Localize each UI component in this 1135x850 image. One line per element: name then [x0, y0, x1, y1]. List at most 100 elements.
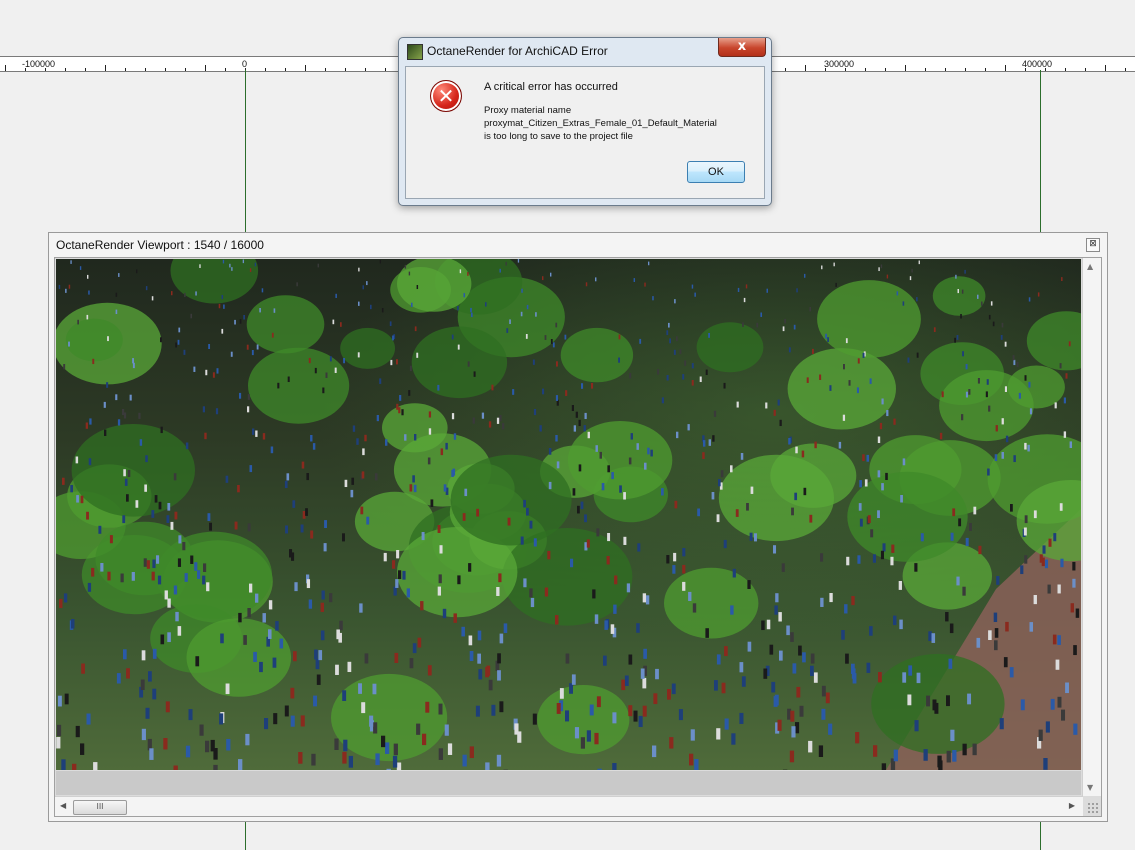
person-figure: [931, 633, 936, 643]
person-figure: [315, 659, 320, 670]
scroll-thumb[interactable]: III: [73, 800, 127, 815]
person-figure: [464, 488, 468, 497]
person-figure: [782, 326, 785, 332]
person-figure: [58, 284, 61, 289]
person-figure: [745, 284, 748, 289]
ruler-tick: [945, 68, 946, 71]
person-figure: [851, 596, 855, 606]
person-figure: [907, 357, 910, 363]
person-figure: [468, 563, 472, 572]
person-figure: [394, 652, 399, 663]
person-figure: [71, 619, 75, 629]
person-figure: [239, 319, 242, 324]
person-figure: [178, 535, 182, 544]
person-figure: [908, 665, 913, 676]
person-figure: [1039, 554, 1043, 563]
person-figure: [594, 732, 599, 745]
person-figure: [416, 285, 419, 290]
person-figure: [958, 518, 962, 527]
person-figure: [669, 338, 671, 344]
person-figure: [385, 439, 388, 446]
person-figure: [409, 365, 412, 372]
person-figure: [185, 745, 191, 758]
person-figure: [778, 612, 782, 622]
person-figure: [249, 268, 252, 272]
person-figure: [954, 337, 956, 343]
person-figure: [879, 422, 883, 430]
person-figure: [488, 679, 493, 691]
person-figure: [575, 411, 578, 418]
person-figure: [647, 447, 650, 455]
person-figure: [497, 670, 501, 681]
person-figure: [636, 443, 639, 450]
person-figure: [705, 369, 708, 376]
person-figure: [784, 318, 786, 324]
person-figure: [141, 728, 146, 741]
person-figure: [188, 709, 193, 721]
person-figure: [151, 296, 154, 301]
person-figure: [798, 645, 802, 656]
person-figure: [882, 543, 886, 552]
person-figure: [351, 477, 355, 485]
person-figure: [779, 650, 783, 661]
person-figure: [806, 377, 809, 383]
person-figure: [359, 603, 363, 613]
person-figure: [1010, 504, 1013, 512]
person-figure: [1052, 634, 1057, 645]
viewport-close-icon[interactable]: ⊠: [1086, 238, 1100, 252]
person-figure: [640, 668, 645, 679]
horizontal-scrollbar[interactable]: ◀ III ▶: [55, 796, 1083, 816]
person-figure: [321, 590, 325, 600]
person-figure: [611, 472, 614, 480]
person-figure: [103, 401, 106, 408]
person-figure: [203, 563, 207, 572]
person-figure: [724, 646, 728, 657]
person-figure: [404, 264, 407, 269]
resize-grip-icon[interactable]: [1087, 802, 1099, 814]
person-figure: [352, 425, 356, 432]
person-figure: [841, 630, 845, 640]
person-figure: [512, 389, 515, 395]
person-figure: [290, 715, 295, 727]
vertical-scrollbar[interactable]: ▲ ▼: [1082, 258, 1101, 796]
person-figure: [122, 409, 125, 416]
person-figure: [342, 690, 347, 701]
person-figure: [697, 508, 701, 517]
person-figure: [584, 514, 587, 523]
scroll-down-icon[interactable]: ▼: [1087, 783, 1093, 792]
person-figure: [829, 385, 832, 391]
person-figure: [988, 630, 992, 640]
person-figure: [136, 269, 138, 274]
scroll-left-icon[interactable]: ◀: [60, 801, 66, 810]
person-figure: [808, 740, 813, 753]
person-figure: [246, 344, 249, 350]
person-figure: [79, 266, 82, 270]
close-icon[interactable]: x: [718, 38, 766, 57]
ok-button[interactable]: OK: [687, 161, 745, 183]
person-figure: [878, 267, 880, 272]
person-figure: [645, 595, 650, 605]
person-figure: [293, 651, 297, 662]
person-figure: [542, 388, 545, 395]
person-figure: [209, 522, 213, 531]
person-figure: [1068, 341, 1071, 347]
scroll-right-icon[interactable]: ▶: [1069, 801, 1075, 810]
person-figure: [469, 746, 474, 759]
ruler-tick: [285, 68, 286, 71]
person-figure: [548, 448, 552, 455]
person-figure: [827, 337, 829, 343]
scroll-up-icon[interactable]: ▲: [1087, 262, 1093, 271]
person-figure: [118, 273, 120, 277]
person-figure: [835, 282, 837, 287]
person-figure: [946, 750, 951, 763]
person-figure: [708, 439, 712, 446]
person-figure: [123, 469, 126, 477]
person-figure: [810, 653, 815, 664]
render-image[interactable]: [56, 259, 1081, 770]
dialog-title: OctaneRender for ArchiCAD Error: [427, 44, 608, 58]
person-figure: [253, 651, 257, 662]
person-figure: [765, 402, 768, 409]
person-figure: [427, 665, 432, 676]
person-figure: [324, 520, 327, 528]
person-figure: [674, 299, 676, 304]
